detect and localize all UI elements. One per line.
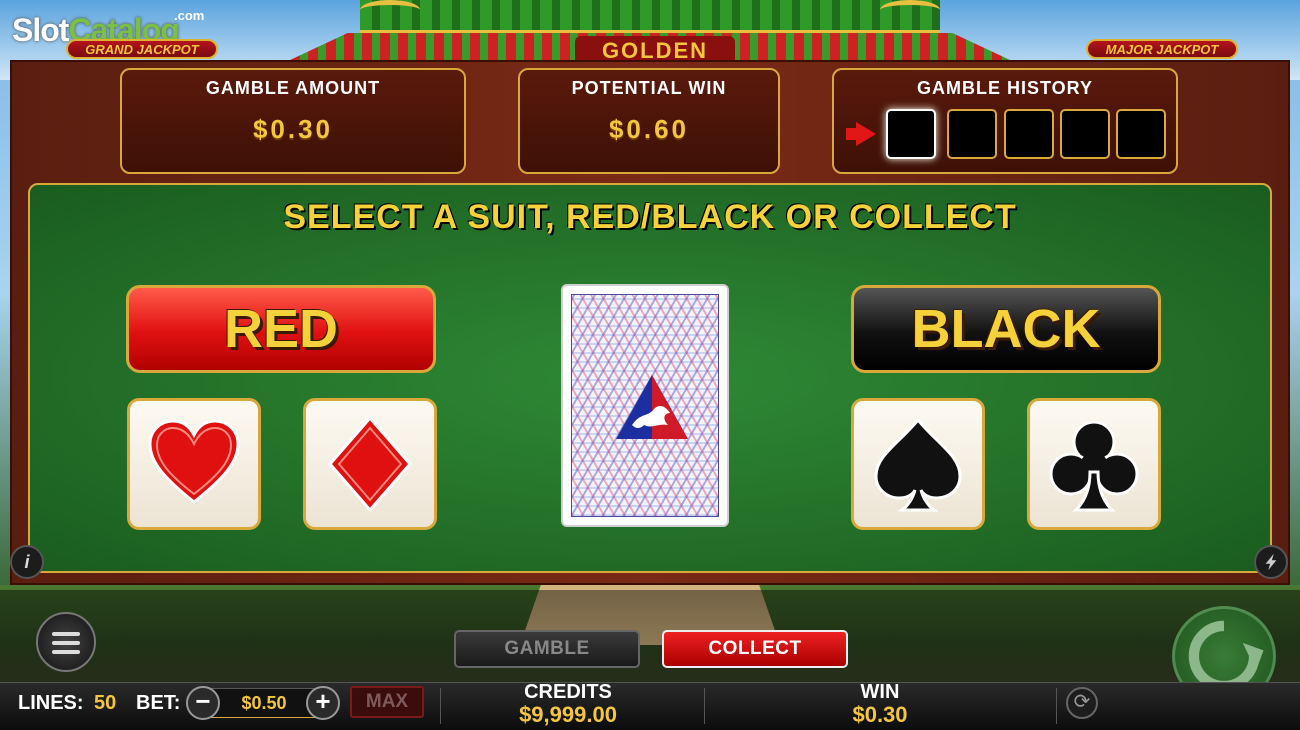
win-value: $0.30 [852,702,908,727]
roof-eave-left [360,0,420,20]
history-arrow-stem [846,128,856,140]
gamble-button[interactable]: GAMBLE [454,630,640,668]
info-icon[interactable]: i [10,545,44,579]
club-icon [1049,420,1139,512]
history-slot [1004,109,1054,159]
face-down-card [561,284,729,527]
max-bet-button[interactable]: MAX [350,686,424,718]
potential-win-label: POTENTIAL WIN [571,78,727,98]
menu-icon-line [52,632,80,636]
lightning-icon[interactable] [1254,545,1288,579]
gamble-amount-value: $0.30 [252,114,334,144]
card-back-pattern [571,294,719,517]
console-band [0,590,1300,682]
clubs-button[interactable] [1027,398,1161,530]
red-button[interactable]: RED [126,285,436,373]
win-label: WIN [860,681,900,703]
credits-value: $9,999.00 [519,702,617,727]
potential-win-value: $0.60 [608,114,690,144]
major-jackpot-label: MAJOR JACKPOT [1086,39,1238,59]
bet-increase-button[interactable]: + [306,686,340,720]
bet-decrease-button[interactable]: − [186,686,220,720]
lines-value: 50 [94,692,117,714]
autoplay-icon[interactable]: ⟳ [1066,687,1098,719]
menu-icon-line [52,641,80,645]
spades-button[interactable] [851,398,985,530]
hearts-button[interactable] [127,398,261,530]
bolt-glyph [1265,553,1277,571]
bet-value: $0.50 [208,688,320,718]
divider [704,688,705,724]
menu-icon-line [52,650,80,654]
watermark-brand-a: Slot [12,12,69,48]
pagoda-roof-top [360,0,940,34]
potential-win-panel: POTENTIAL WIN $0.60 [518,68,780,174]
gamble-amount-label: GAMBLE AMOUNT [205,78,381,98]
bet-label: BET: [136,692,181,714]
history-slot [947,109,997,159]
golden-sign: GOLDEN [575,36,735,62]
collect-button[interactable]: COLLECT [662,630,848,668]
diamonds-button[interactable] [303,398,437,530]
divider [1056,688,1057,724]
gamble-history-label: GAMBLE HISTORY [916,78,1093,98]
black-button[interactable]: BLACK [851,285,1161,373]
roof-eave-right [880,0,940,20]
credits-label: CREDITS [524,681,612,703]
spade-icon [874,417,962,512]
history-slot [1060,109,1110,159]
watermark-suffix: .com [174,8,205,23]
heart-icon [148,419,240,504]
history-slot [886,109,936,159]
diamond-icon [328,415,412,513]
gamble-amount-panel: GAMBLE AMOUNT $0.30 [120,68,466,174]
gamble-instruction: SELECT A SUIT, RED/BLACK OR COLLECT [283,198,1017,236]
grand-jackpot-label: GRAND JACKPOT [66,39,218,59]
dragon-logo-icon [616,375,688,439]
divider [440,688,441,724]
lines-label: LINES: [18,692,84,714]
history-slot [1116,109,1166,159]
menu-button[interactable] [36,612,96,672]
history-pointer-icon [856,122,876,146]
